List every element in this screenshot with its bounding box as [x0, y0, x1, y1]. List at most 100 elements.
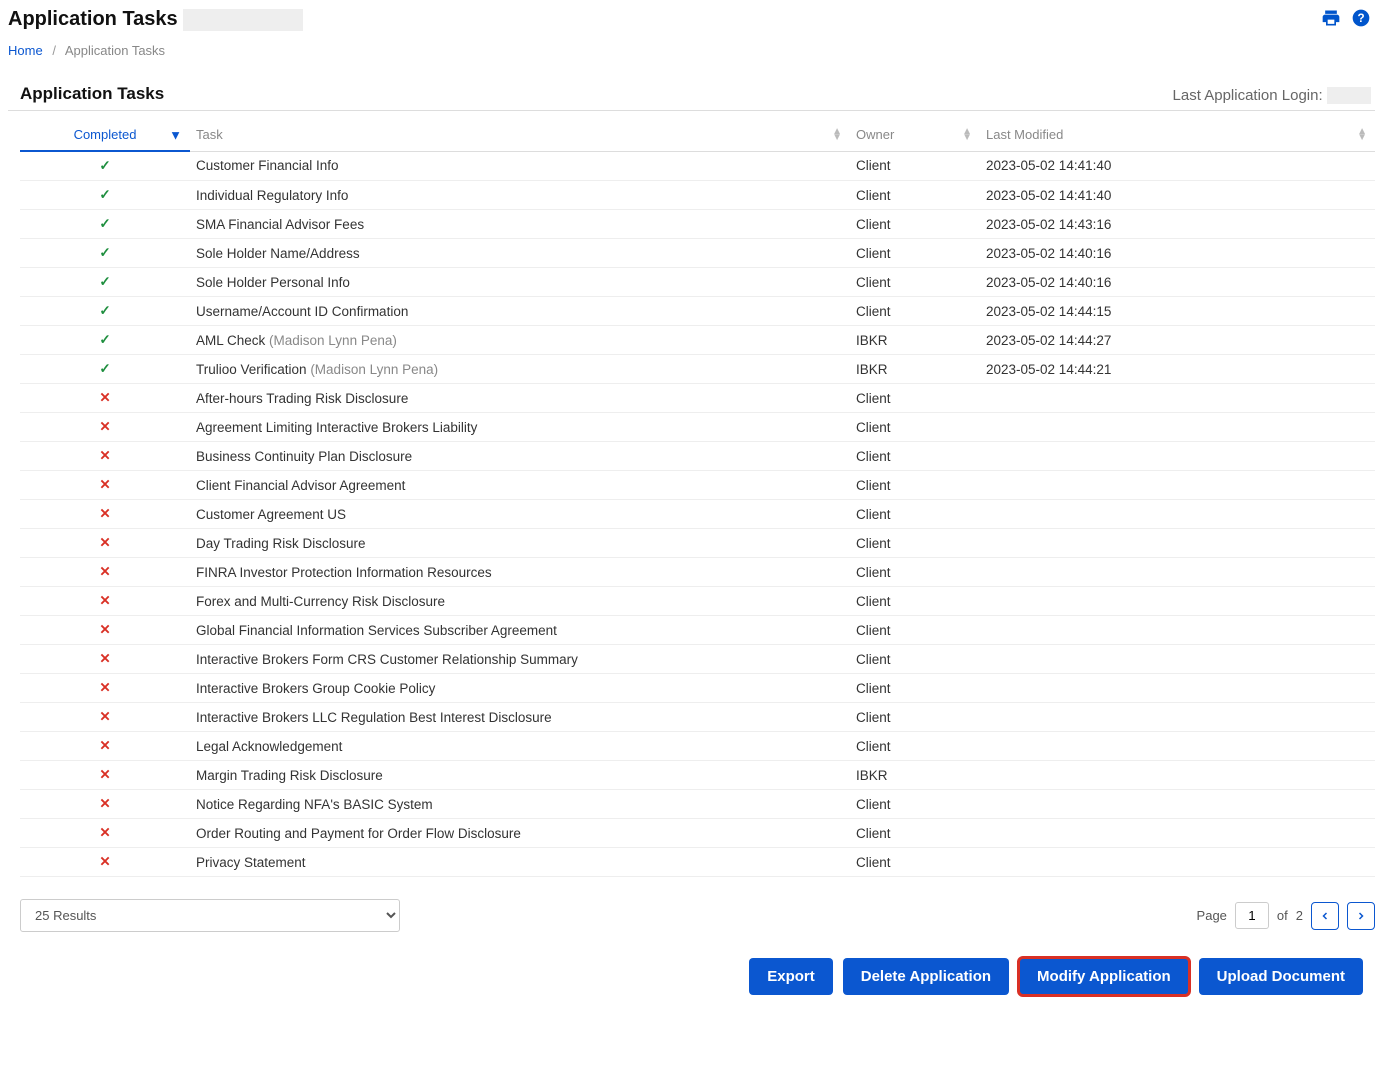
- delete-application-button[interactable]: Delete Application: [843, 958, 1009, 995]
- modified-cell: [980, 761, 1375, 790]
- table-row: ✕Day Trading Risk DisclosureClient: [20, 529, 1375, 558]
- status-complete-icon: ✓: [20, 268, 190, 297]
- owner-cell: Client: [850, 674, 980, 703]
- status-incomplete-icon: ✕: [20, 471, 190, 500]
- col-owner[interactable]: Owner ▲▼: [850, 119, 980, 151]
- task-cell: AML Check (Madison Lynn Pena): [190, 326, 850, 355]
- task-cell: Agreement Limiting Interactive Brokers L…: [190, 413, 850, 442]
- task-cell: Sole Holder Name/Address: [190, 239, 850, 268]
- print-icon[interactable]: [1321, 8, 1341, 31]
- owner-cell: Client: [850, 616, 980, 645]
- col-task[interactable]: Task ▲▼: [190, 119, 850, 151]
- table-row: ✓Sole Holder Name/AddressClient2023-05-0…: [20, 239, 1375, 268]
- status-incomplete-icon: ✕: [20, 616, 190, 645]
- tasks-table: Completed ▼ Task ▲▼ Owner ▲▼ Last Modifi…: [20, 119, 1375, 877]
- owner-cell: Client: [850, 645, 980, 674]
- sort-icon: ▲▼: [1357, 129, 1367, 141]
- status-incomplete-icon: ✕: [20, 848, 190, 877]
- breadcrumb: Home / Application Tasks: [8, 35, 1375, 70]
- status-incomplete-icon: ✕: [20, 819, 190, 848]
- status-incomplete-icon: ✕: [20, 529, 190, 558]
- table-row: ✕After-hours Trading Risk DisclosureClie…: [20, 384, 1375, 413]
- modified-cell: [980, 645, 1375, 674]
- owner-cell: Client: [850, 819, 980, 848]
- modified-cell: 2023-05-02 14:41:40: [980, 151, 1375, 181]
- task-cell: Username/Account ID Confirmation: [190, 297, 850, 326]
- status-incomplete-icon: ✕: [20, 442, 190, 471]
- next-page-button[interactable]: [1347, 902, 1375, 930]
- modified-cell: [980, 587, 1375, 616]
- owner-cell: Client: [850, 587, 980, 616]
- modified-cell: [980, 674, 1375, 703]
- status-incomplete-icon: ✕: [20, 587, 190, 616]
- redacted-title-suffix: [183, 9, 303, 31]
- modified-cell: 2023-05-02 14:40:16: [980, 239, 1375, 268]
- modified-cell: 2023-05-02 14:44:21: [980, 355, 1375, 384]
- results-per-page-select[interactable]: 25 Results: [20, 899, 400, 932]
- section-title: Application Tasks: [20, 84, 164, 104]
- modified-cell: [980, 500, 1375, 529]
- status-complete-icon: ✓: [20, 297, 190, 326]
- modified-cell: 2023-05-02 14:44:15: [980, 297, 1375, 326]
- table-row: ✕Business Continuity Plan DisclosureClie…: [20, 442, 1375, 471]
- col-completed[interactable]: Completed ▼: [20, 119, 190, 151]
- task-cell: Sole Holder Personal Info: [190, 268, 850, 297]
- breadcrumb-home[interactable]: Home: [8, 43, 43, 58]
- status-incomplete-icon: ✕: [20, 500, 190, 529]
- status-incomplete-icon: ✕: [20, 384, 190, 413]
- table-row: ✓AML Check (Madison Lynn Pena)IBKR2023-0…: [20, 326, 1375, 355]
- task-cell: After-hours Trading Risk Disclosure: [190, 384, 850, 413]
- help-icon[interactable]: ?: [1351, 8, 1371, 31]
- upload-document-button[interactable]: Upload Document: [1199, 958, 1363, 995]
- modified-cell: 2023-05-02 14:41:40: [980, 181, 1375, 210]
- modified-cell: 2023-05-02 14:44:27: [980, 326, 1375, 355]
- redacted-login-value: [1327, 87, 1371, 104]
- table-row: ✓Username/Account ID ConfirmationClient2…: [20, 297, 1375, 326]
- task-cell: Margin Trading Risk Disclosure: [190, 761, 850, 790]
- owner-cell: Client: [850, 210, 980, 239]
- status-incomplete-icon: ✕: [20, 674, 190, 703]
- export-button[interactable]: Export: [749, 958, 833, 995]
- status-incomplete-icon: ✕: [20, 761, 190, 790]
- owner-cell: Client: [850, 558, 980, 587]
- owner-cell: Client: [850, 471, 980, 500]
- owner-cell: Client: [850, 151, 980, 181]
- modified-cell: [980, 732, 1375, 761]
- task-cell: Business Continuity Plan Disclosure: [190, 442, 850, 471]
- owner-cell: IBKR: [850, 326, 980, 355]
- status-complete-icon: ✓: [20, 151, 190, 181]
- svg-text:?: ?: [1357, 12, 1364, 25]
- last-login-label: Last Application Login:: [1173, 87, 1375, 104]
- task-cell: Forex and Multi-Currency Risk Disclosure: [190, 587, 850, 616]
- modified-cell: [980, 819, 1375, 848]
- table-row: ✕Privacy StatementClient: [20, 848, 1375, 877]
- owner-cell: Client: [850, 500, 980, 529]
- page-total: 2: [1296, 908, 1303, 923]
- col-modified[interactable]: Last Modified ▲▼: [980, 119, 1375, 151]
- status-complete-icon: ✓: [20, 355, 190, 384]
- owner-cell: Client: [850, 181, 980, 210]
- table-row: ✕Interactive Brokers Group Cookie Policy…: [20, 674, 1375, 703]
- page-current-input[interactable]: [1235, 902, 1269, 929]
- task-cell: Day Trading Risk Disclosure: [190, 529, 850, 558]
- table-row: ✕Order Routing and Payment for Order Flo…: [20, 819, 1375, 848]
- status-complete-icon: ✓: [20, 181, 190, 210]
- table-row: ✕Margin Trading Risk DisclosureIBKR: [20, 761, 1375, 790]
- task-cell: Customer Financial Info: [190, 151, 850, 181]
- task-cell: FINRA Investor Protection Information Re…: [190, 558, 850, 587]
- owner-cell: Client: [850, 732, 980, 761]
- status-complete-icon: ✓: [20, 239, 190, 268]
- task-cell: Interactive Brokers Group Cookie Policy: [190, 674, 850, 703]
- owner-cell: Client: [850, 848, 980, 877]
- table-row: ✕Legal AcknowledgementClient: [20, 732, 1375, 761]
- modified-cell: [980, 471, 1375, 500]
- prev-page-button[interactable]: [1311, 902, 1339, 930]
- table-row: ✕Interactive Brokers Form CRS Customer R…: [20, 645, 1375, 674]
- pager: Page of 2: [1197, 902, 1375, 930]
- table-row: ✓Customer Financial InfoClient2023-05-02…: [20, 151, 1375, 181]
- modified-cell: 2023-05-02 14:43:16: [980, 210, 1375, 239]
- status-complete-icon: ✓: [20, 210, 190, 239]
- table-row: ✕FINRA Investor Protection Information R…: [20, 558, 1375, 587]
- modify-application-button[interactable]: Modify Application: [1019, 958, 1189, 995]
- table-row: ✕Notice Regarding NFA's BASIC SystemClie…: [20, 790, 1375, 819]
